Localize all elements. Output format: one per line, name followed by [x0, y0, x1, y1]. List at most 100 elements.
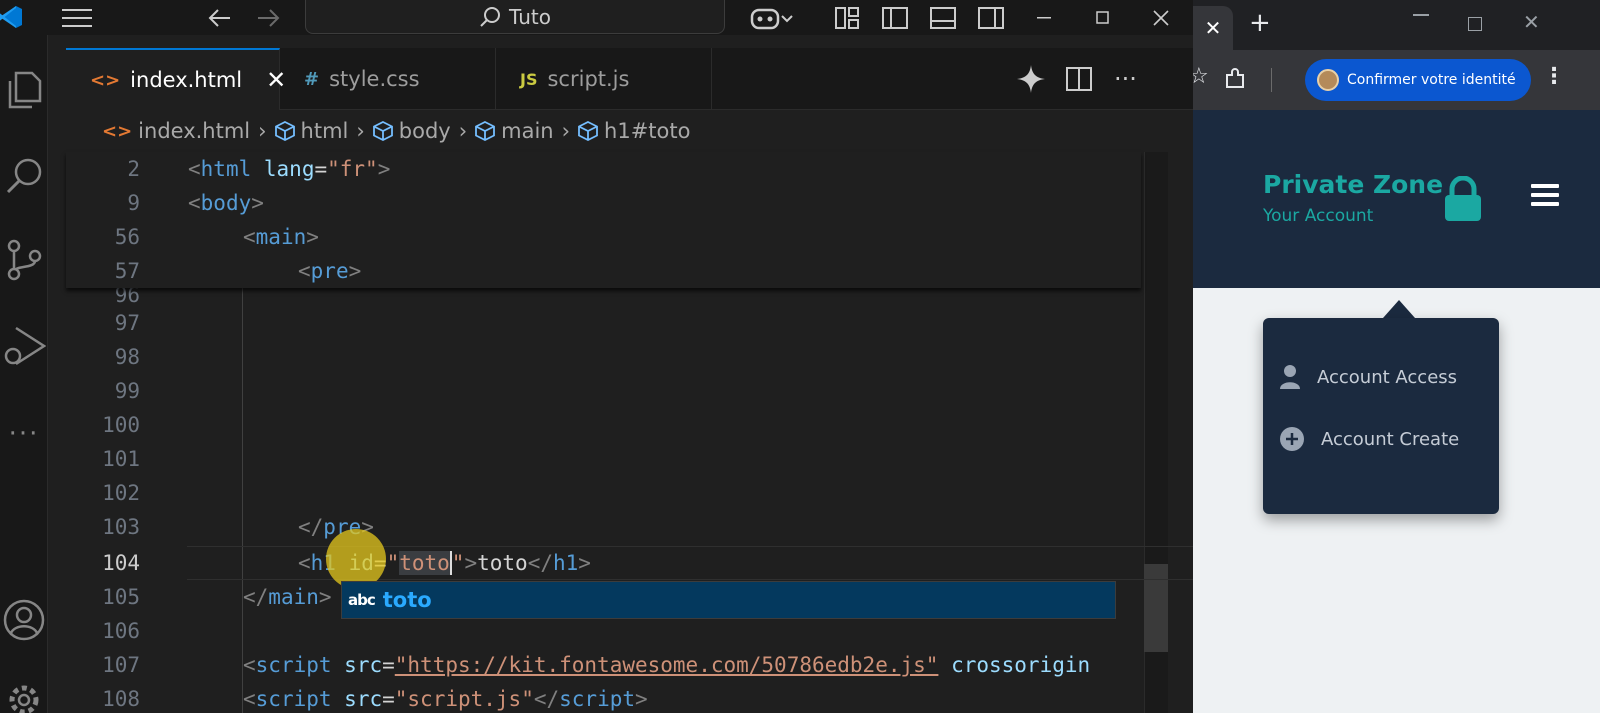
code-line: 99 — [66, 374, 1193, 408]
brand-subtitle: Your Account — [1263, 206, 1374, 226]
forward-arrow-icon[interactable] — [253, 0, 283, 35]
close-window-icon[interactable] — [1146, 0, 1176, 35]
explorer-icon[interactable] — [0, 65, 48, 115]
user-icon — [1280, 365, 1300, 389]
account-dropdown-menu: Account Access Account Create — [1263, 318, 1499, 514]
browser-tab-bar: ✕ + ✕ — [1193, 0, 1600, 50]
line-number: 2 — [127, 157, 140, 181]
hamburger-menu-icon[interactable] — [1531, 184, 1559, 211]
profile-avatar — [1317, 69, 1339, 91]
minimize-icon[interactable] — [1413, 14, 1429, 16]
more-views-icon[interactable]: ··· — [0, 409, 48, 459]
code-line: 106 — [66, 614, 1193, 648]
code-text: <main> — [243, 225, 319, 249]
more-actions-icon[interactable]: ··· — [1114, 48, 1154, 110]
maximize-icon[interactable] — [1468, 17, 1482, 31]
menu-icon[interactable] — [60, 0, 94, 35]
line-number: 102 — [102, 481, 140, 505]
toggle-panel-icon[interactable] — [928, 0, 958, 35]
vscode-logo-icon — [0, 6, 22, 28]
close-tab-icon[interactable]: ✕ — [1193, 6, 1233, 50]
line-number: 57 — [114, 259, 140, 283]
line-number: 101 — [102, 447, 140, 471]
breadcrumb-item[interactable]: main — [501, 119, 553, 143]
html-file-icon: <> — [102, 120, 133, 142]
site-header: Private Zone Your Account — [1193, 110, 1600, 288]
code-text: <body> — [188, 191, 264, 215]
breadcrumb-item[interactable]: body — [399, 119, 451, 143]
toggle-primary-sidebar-icon[interactable] — [880, 0, 910, 35]
manage-gear-icon[interactable] — [0, 675, 48, 713]
line-number: 107 — [102, 653, 140, 677]
search-sidebar-icon[interactable] — [0, 151, 48, 201]
code-line: 57 <pre> — [66, 254, 1193, 288]
new-tab-icon[interactable]: + — [1249, 8, 1271, 38]
back-arrow-icon[interactable] — [205, 0, 235, 35]
code-line: 103 </pre> — [66, 510, 1193, 544]
editor-tabs: <> index.html ✕ # style.css JS script.js… — [66, 48, 1193, 110]
code-line: 102 — [66, 476, 1193, 510]
chevron-right-icon: › — [561, 119, 571, 143]
minimize-icon[interactable] — [1030, 0, 1060, 35]
run-debug-icon[interactable] — [0, 321, 48, 371]
menu-item-account-access[interactable]: Account Access — [1279, 364, 1457, 390]
tab-style-css[interactable]: # style.css — [280, 48, 496, 110]
sparkle-icon[interactable] — [1016, 48, 1056, 110]
split-editor-icon[interactable] — [1066, 48, 1106, 110]
line-number: 99 — [114, 379, 140, 403]
copilot-icon[interactable] — [750, 0, 794, 35]
code-line: 97 — [66, 306, 1193, 340]
toggle-secondary-sidebar-icon[interactable] — [976, 0, 1006, 35]
command-center-search[interactable]: Tuto — [305, 0, 725, 34]
code-line: 9 <body> — [66, 186, 1193, 220]
accounts-icon[interactable] — [0, 595, 48, 645]
menu-item-label: Account Create — [1321, 428, 1460, 450]
code-text: <script src="https://kit.fontawesome.com… — [243, 653, 1091, 677]
close-window-icon[interactable]: ✕ — [1523, 10, 1540, 34]
breadcrumb-item[interactable]: html — [301, 119, 349, 143]
line-number: 56 — [114, 225, 140, 249]
element-cube-icon — [578, 121, 598, 141]
html-file-icon: <> — [90, 69, 121, 91]
chevron-right-icon: › — [356, 119, 365, 143]
code-line: 101 — [66, 442, 1193, 476]
mouse-cursor-highlight — [326, 529, 386, 589]
lock-icon — [1445, 176, 1481, 221]
line-number: 100 — [102, 413, 140, 437]
css-file-icon: # — [304, 68, 320, 90]
element-cube-icon — [274, 121, 295, 141]
bookmark-star-icon[interactable]: ☆ — [1193, 64, 1209, 89]
breadcrumb-item[interactable]: index.html — [138, 119, 250, 143]
chevron-right-icon: › — [458, 119, 468, 143]
code-line: 107 <script src="https://kit.fontawesome… — [66, 648, 1193, 682]
menu-item-account-create[interactable]: Account Create — [1279, 426, 1459, 452]
activity-bar: ··· — [0, 35, 48, 713]
vscode-window: Tuto ··· <> index.html ✕ # style.css JS … — [0, 0, 1193, 713]
maximize-icon[interactable] — [1088, 0, 1118, 35]
breadcrumb-item[interactable]: h1#toto — [604, 119, 690, 143]
code-line: 100 — [66, 408, 1193, 442]
source-control-icon[interactable] — [0, 235, 48, 285]
confirm-identity-button[interactable]: Confirmer votre identité — [1305, 59, 1531, 101]
code-text: <pre> — [298, 259, 362, 283]
code-editor[interactable]: 2 <html lang="fr"> 9 <body> 56 <main> 57… — [66, 152, 1193, 713]
sticky-scroll[interactable]: 2 <html lang="fr"> 9 <body> 56 <main> 57… — [66, 152, 1141, 288]
code-text: <html lang="fr"> — [188, 157, 391, 181]
text-suggestion-icon: abc — [348, 591, 376, 609]
line-number: 98 — [114, 345, 140, 369]
tab-script-js[interactable]: JS script.js — [496, 48, 712, 110]
extensions-icon[interactable] — [1223, 67, 1247, 91]
code-line: 2 <html lang="fr"> — [66, 152, 1193, 186]
code-line: 108 <script src="script.js"</script> — [66, 682, 1193, 713]
breadcrumb: <> index.html › html › body › main › h1#… — [66, 110, 1193, 152]
code-line: 98 — [66, 340, 1193, 374]
line-number: 97 — [114, 311, 140, 335]
tab-label: style.css — [329, 67, 420, 91]
suggestion-item[interactable]: abc toto — [341, 581, 1116, 619]
line-number: 106 — [102, 619, 140, 643]
more-menu-icon[interactable]: ⋮ — [1543, 64, 1565, 89]
customize-layout-icon[interactable] — [832, 0, 862, 35]
code-text: </main> — [243, 585, 332, 609]
line-number: 105 — [102, 585, 140, 609]
tab-index-html[interactable]: <> index.html ✕ — [66, 48, 286, 110]
